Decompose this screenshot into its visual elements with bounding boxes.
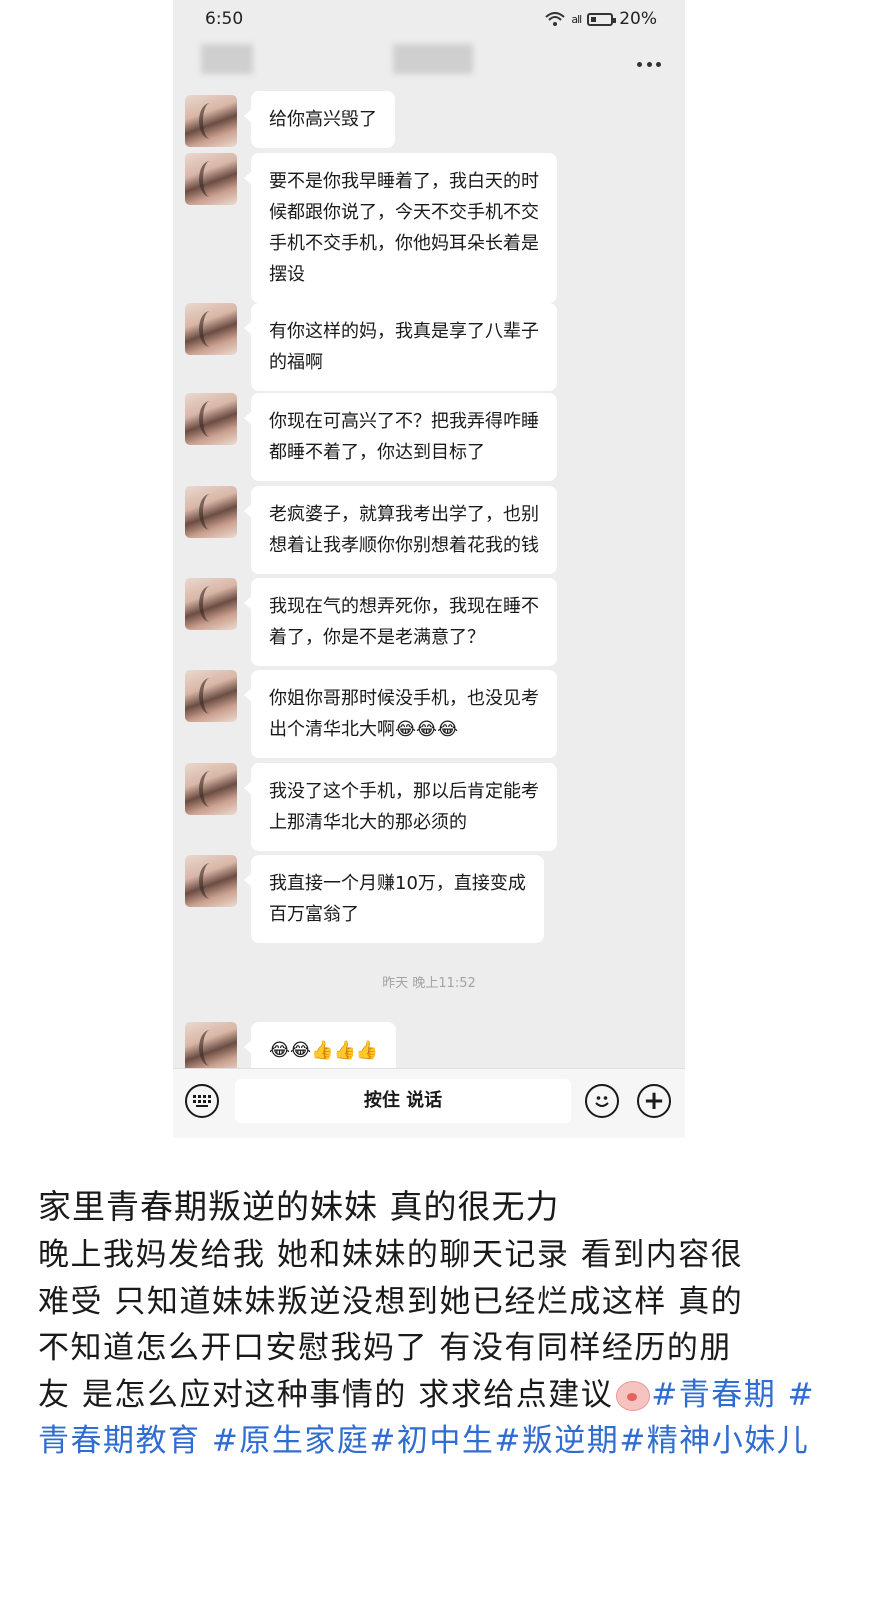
status-time: 6:50 <box>205 9 244 29</box>
blurred-back-area <box>201 44 253 74</box>
contact-avatar[interactable] <box>185 486 237 538</box>
battery-icon <box>587 12 617 26</box>
contact-avatar[interactable] <box>185 763 237 815</box>
message-bubble[interactable]: 我现在气的想弄死你，我现在睡不 着了，你是不是老满意了？ <box>244 578 557 666</box>
input-bar: 按住 说话 + <box>173 1068 685 1138</box>
contact-avatar[interactable] <box>185 1022 237 1074</box>
wifi-icon <box>545 12 566 26</box>
contact-avatar[interactable] <box>185 670 237 722</box>
contact-avatar[interactable] <box>185 578 237 630</box>
hashtag-link[interactable]: #初中生 <box>369 1423 494 1459</box>
battery-percent: 20% <box>619 9 657 29</box>
hashtag-link[interactable]: #青春期 <box>651 1377 776 1413</box>
contact-avatar[interactable] <box>185 855 237 907</box>
contact-avatar[interactable] <box>185 303 237 355</box>
keyboard-icon[interactable] <box>185 1084 219 1118</box>
contact-avatar[interactable] <box>185 393 237 445</box>
post-line: 友 是怎么应对这种事情的 求求给点建议 <box>38 1376 614 1413</box>
more-icon[interactable] <box>637 62 661 68</box>
chat-header <box>173 40 685 90</box>
hold-to-talk-button[interactable]: 按住 说话 <box>235 1079 571 1123</box>
contact-avatar[interactable] <box>185 95 237 147</box>
status-bar: 6:50 all 20% <box>173 0 685 40</box>
message-bubble[interactable]: 有你这样的妈，我真是享了八辈子 的福啊 <box>244 303 557 391</box>
plus-icon[interactable]: + <box>637 1084 671 1118</box>
message-bubble[interactable]: 你现在可高兴了不？把我弄得咋睡 都睡不着了，你达到目标了 <box>244 393 557 481</box>
message-bubble[interactable]: 老疯婆子，就算我考出学了，也别 想着让我孝顺你你别想着花我的钱 <box>244 486 557 574</box>
emoji-icon[interactable] <box>585 1084 619 1118</box>
message-bubble[interactable]: 给你高兴毁了 <box>244 91 395 148</box>
post-title: 家里青春期叛逆的妹妹 真的很无力 <box>38 1187 560 1226</box>
hashtag-link[interactable]: #叛逆期 <box>494 1423 619 1459</box>
message-bubble[interactable]: 我没了这个手机，那以后肯定能考 上那清华北大的那必须的 <box>244 763 557 851</box>
chat-screenshot: 6:50 all 20% 给你高兴毁了 要不是你我早睡着了，我白天的时 候都跟你说… <box>173 0 685 1138</box>
message-bubble[interactable]: 我直接一个月赚10万，直接变成 百万富翁了 <box>244 855 544 943</box>
message-bubble[interactable]: 要不是你我早睡着了，我白天的时 候都跟你说了，今天不交手机不交 手机不交手机，你… <box>244 153 557 303</box>
message-bubble[interactable]: 你姐你哥那时候没手机，也没见考 出个清华北大啊😂😂😂 <box>244 670 557 758</box>
post-body: 晚上我妈发给我 她和妹妹的聊天记录 看到内容很 难受 只知道妹妹叛逆没想到她已经… <box>38 1232 838 1465</box>
hashtag-link[interactable]: #精神小妹儿 <box>619 1423 809 1459</box>
signal-icon: all <box>571 12 582 26</box>
crying-sticker-icon <box>613 1377 651 1411</box>
hashtag-link[interactable]: #原生家庭 <box>212 1423 369 1459</box>
post-line: 不知道怎么开口安慰我妈了 有没有同样经历的朋 <box>38 1330 732 1367</box>
post-line: 晚上我妈发给我 她和妹妹的聊天记录 看到内容很 <box>38 1237 744 1273</box>
contact-avatar[interactable] <box>185 153 237 205</box>
status-icons: all 20% <box>545 9 657 29</box>
post-line: 难受 只知道妹妹叛逆没想到她已经烂成这样 真的 <box>38 1283 744 1320</box>
chat-timestamp: 昨天 晚上11:52 <box>382 976 476 991</box>
blurred-contact-name <box>393 44 473 74</box>
